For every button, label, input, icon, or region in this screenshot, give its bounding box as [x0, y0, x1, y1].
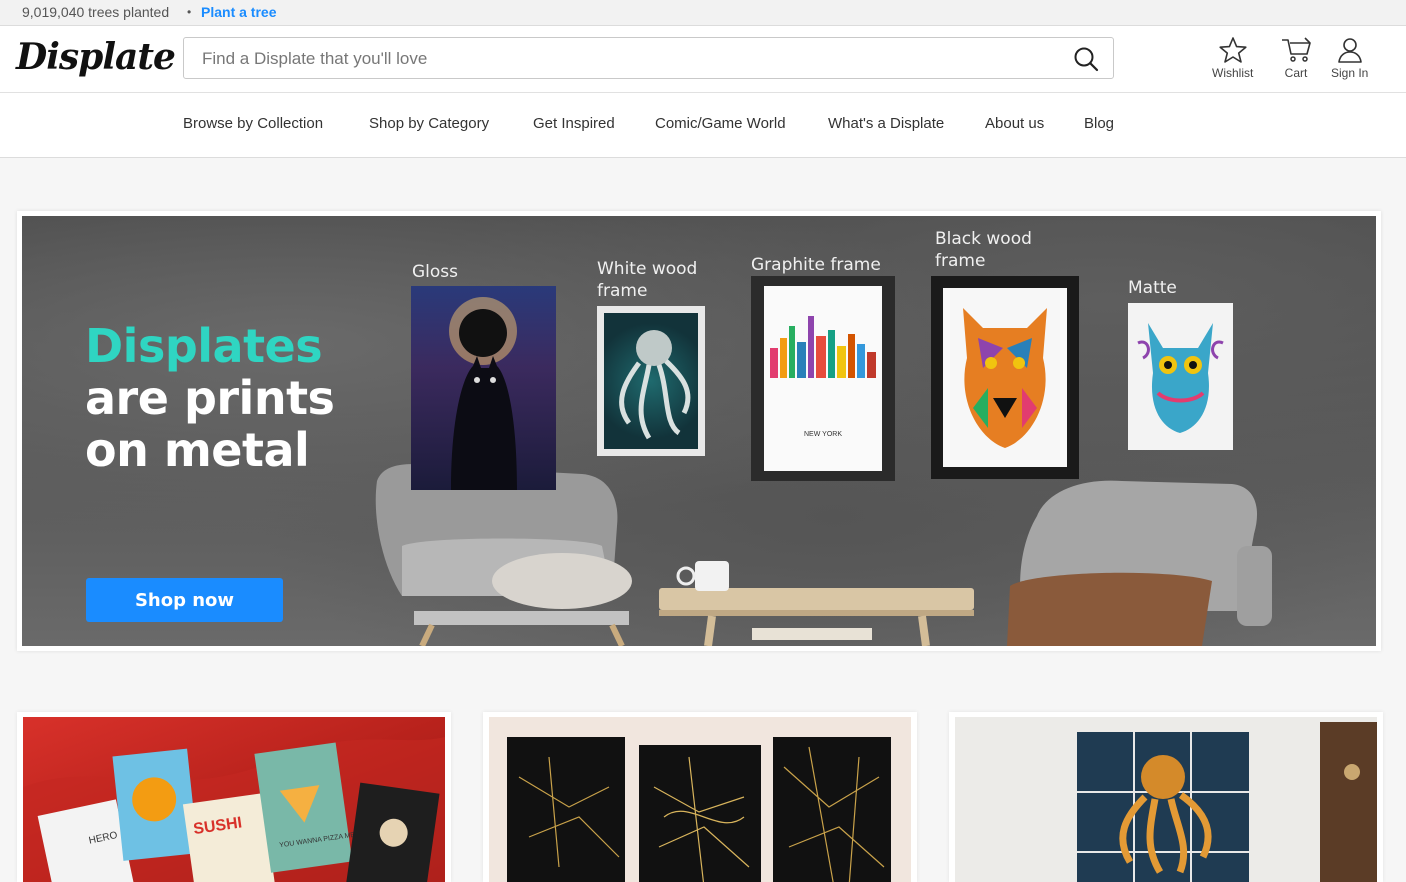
nav-about-us[interactable]: About us [985, 115, 1044, 132]
separator-dot: • [187, 5, 192, 19]
hero-image: Displates are prints on metal Shop now G… [22, 216, 1376, 646]
user-icon [1337, 38, 1362, 63]
cart-icon [1282, 37, 1311, 62]
collection-card-3[interactable] [949, 712, 1383, 882]
nav-shop-by-category[interactable]: Shop by Category [369, 115, 489, 132]
label-graphite-frame: Graphite frame [751, 255, 881, 275]
collection-card-1[interactable]: HERO SUSHI YOU WANNA PIZZA ME [17, 712, 451, 882]
hero-headline: Displates are prints on metal [85, 319, 335, 477]
card-1-artwork: HERO SUSHI YOU WANNA PIZZA ME [23, 737, 445, 882]
cart-button[interactable]: Cart [1279, 36, 1313, 80]
label-gloss: Gloss [412, 262, 459, 282]
skyline-caption: NEW YORK [804, 431, 842, 438]
skyline-artwork: NEW YORK [770, 316, 876, 438]
graphite-frame-print: NEW YORK [751, 276, 895, 481]
octopus-artwork [619, 330, 691, 440]
shop-now-button[interactable]: Shop now [86, 578, 283, 622]
black-wood-frame-print [931, 276, 1079, 479]
nav-comic-game-world[interactable]: Comic/Game World [655, 115, 786, 132]
label-black-wood-line-1: Black wood [935, 229, 1032, 249]
sign-in-label: Sign In [1331, 66, 1369, 80]
nav-whats-a-displate[interactable]: What's a Displate [828, 115, 944, 132]
wishlist-label: Wishlist [1212, 66, 1254, 80]
card-3-image [955, 717, 1377, 882]
tiger-artwork [963, 308, 1047, 448]
sign-in-button[interactable]: Sign In [1331, 36, 1368, 80]
owl-artwork [1137, 323, 1224, 433]
top-bar: 9,019,040 trees planted • Plant a tree [0, 0, 1406, 26]
card-1-image: HERO SUSHI YOU WANNA PIZZA ME [23, 717, 445, 882]
label-white-wood-line-1: White wood [597, 259, 698, 279]
site-header: Displate Wishlist Cart Sign In [0, 26, 1406, 93]
search-input[interactable] [200, 38, 1064, 80]
main-navigation: Browse by Collection Shop by Category Ge… [0, 93, 1406, 158]
label-black-wood-line-2: frame [935, 251, 986, 271]
hero-banner[interactable]: Displates are prints on metal Shop now G… [17, 211, 1381, 651]
displate-logo[interactable]: Displate [16, 36, 176, 78]
hero-title-line-3: on metal [85, 423, 310, 477]
plant-a-tree-link[interactable]: Plant a tree [201, 0, 276, 25]
card-2-artwork [507, 737, 891, 882]
star-icon [1219, 37, 1247, 63]
matte-print [1128, 303, 1233, 450]
hero-title-accent: Displates [85, 319, 323, 373]
search-bar [183, 37, 1114, 80]
wishlist-button[interactable]: Wishlist [1212, 36, 1253, 80]
gloss-print [411, 286, 556, 490]
cart-label: Cart [1284, 66, 1308, 80]
nav-get-inspired[interactable]: Get Inspired [533, 115, 615, 132]
trees-planted-counter: 9,019,040 trees planted [22, 4, 170, 20]
label-matte: Matte [1128, 278, 1177, 298]
search-icon[interactable] [1073, 46, 1099, 72]
label-white-wood-frame: White wood frame [597, 258, 697, 302]
nav-browse-by-collection[interactable]: Browse by Collection [183, 115, 323, 132]
hero-title-line-2: are prints [85, 371, 335, 425]
card-3-artwork [1077, 722, 1377, 882]
card-2-image [489, 717, 911, 882]
label-black-wood-frame: Black wood frame [935, 228, 1032, 272]
white-wood-frame-print [597, 306, 705, 456]
nav-blog[interactable]: Blog [1084, 115, 1114, 132]
eclipse-cat-artwork [449, 297, 517, 490]
label-white-wood-line-2: frame [597, 281, 648, 301]
collection-card-2[interactable] [483, 712, 917, 882]
